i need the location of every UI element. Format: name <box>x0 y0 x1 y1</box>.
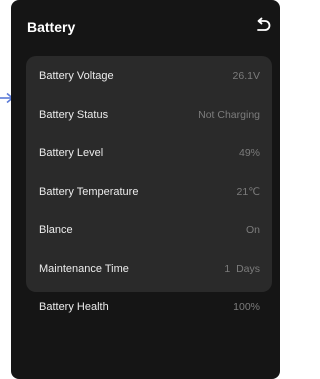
battery-info-card: Battery Voltage 26.1V Battery Status Not… <box>26 56 272 313</box>
battery-status-row: Battery Status Not Charging <box>26 96 272 135</box>
battery-level-row: Battery Level 49% <box>26 134 272 173</box>
balance-row: Blance On <box>26 211 272 250</box>
battery-health-label: Battery Health <box>39 301 109 314</box>
battery-voltage-value: 26.1V <box>232 70 260 83</box>
maintenance-time-row: Maintenance Time 1 Days <box>26 250 272 289</box>
maintenance-time-label: Maintenance Time <box>39 262 129 275</box>
battery-status-value: Not Charging <box>198 108 260 121</box>
maintenance-time-value: 1 Days <box>224 262 260 275</box>
battery-level-value: 49% <box>238 147 260 160</box>
battery-temperature-value: 21℃ <box>236 185 260 198</box>
balance-label: Blance <box>39 224 73 237</box>
battery-health-row: Battery Health 100% <box>26 288 272 327</box>
battery-temperature-label: Battery Temperature <box>39 185 139 198</box>
battery-level-label: Battery Level <box>39 147 104 160</box>
battery-voltage-row: Battery Voltage 26.1V <box>26 57 272 96</box>
battery-screen: Battery Battery Voltage 26.1V Battery St… <box>11 0 280 379</box>
page-title: Battery <box>27 19 76 35</box>
battery-status-label: Battery Status <box>39 108 109 121</box>
battery-voltage-label: Battery Voltage <box>39 70 114 83</box>
battery-temperature-row: Battery Temperature 21℃ <box>26 173 272 212</box>
balance-value: On <box>245 224 260 237</box>
battery-health-value: 100% <box>233 301 260 314</box>
back-arrow-icon[interactable] <box>254 17 272 35</box>
